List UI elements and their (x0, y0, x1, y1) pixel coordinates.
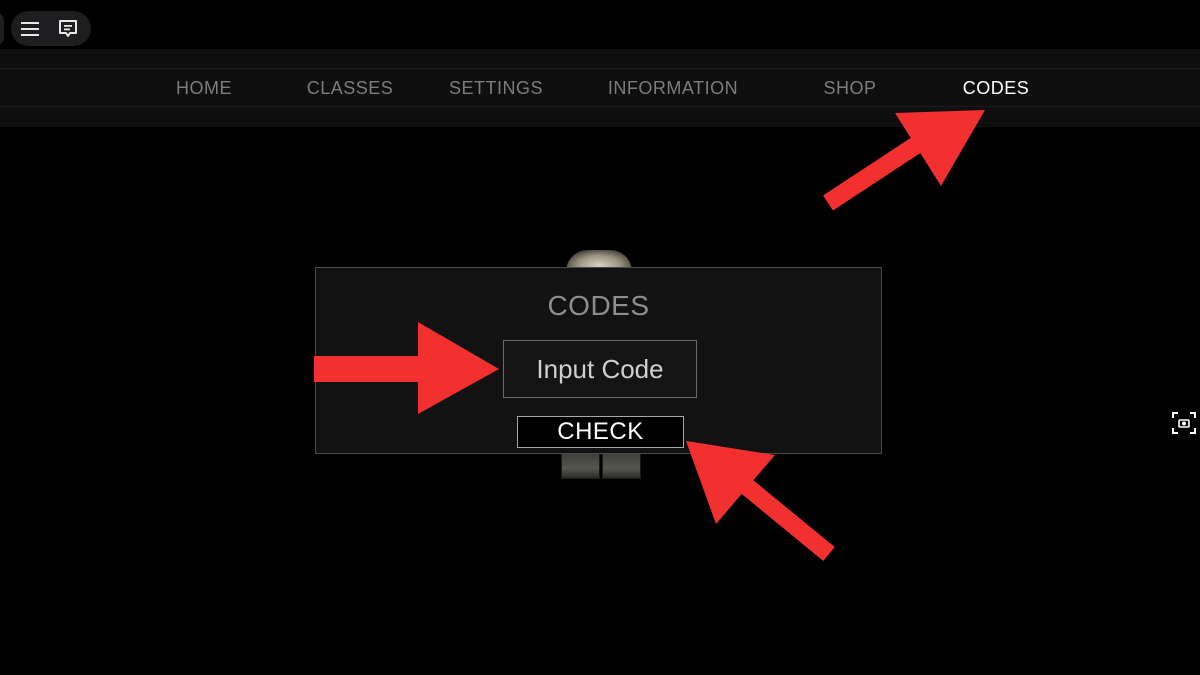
nav-information[interactable]: INFORMATION (608, 77, 738, 99)
nav-shop[interactable]: SHOP (823, 77, 876, 99)
hamburger-menu-icon (21, 21, 39, 36)
nav-classes[interactable]: CLASSES (307, 77, 394, 99)
chat-icon (59, 19, 77, 37)
check-button[interactable]: CHECK (517, 416, 684, 448)
character-left-leg (561, 453, 600, 479)
screenshot-camera-icon[interactable] (1172, 412, 1196, 434)
red-arrow-icon (686, 441, 835, 561)
chat-button[interactable] (49, 11, 87, 46)
main-nav-bar: HOME CLASSES SETTINGS INFORMATION SHOP C… (0, 49, 1200, 127)
codes-panel: CODES CHECK (315, 267, 882, 454)
top-controls (11, 11, 91, 46)
nav-settings[interactable]: SETTINGS (449, 77, 543, 99)
code-input-field[interactable] (503, 340, 697, 398)
menu-button[interactable] (11, 11, 49, 46)
nav-home[interactable]: HOME (176, 77, 232, 99)
codes-panel-title: CODES (547, 290, 650, 321)
character-right-leg (602, 453, 641, 479)
nav-codes[interactable]: CODES (963, 77, 1030, 99)
roblox-logo-button[interactable] (0, 12, 4, 46)
game-screen: HOME CLASSES SETTINGS INFORMATION SHOP C… (0, 0, 1200, 675)
